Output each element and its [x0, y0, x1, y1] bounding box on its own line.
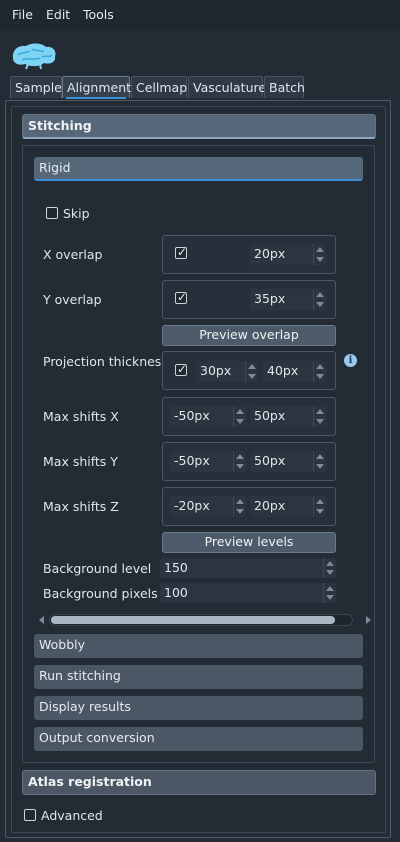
scroll-left-icon[interactable] — [39, 616, 44, 624]
preview-levels-button[interactable]: Preview levels — [162, 532, 336, 553]
max-shifts-x-label: Max shifts X — [43, 409, 119, 424]
advanced-checkbox[interactable] — [24, 809, 36, 821]
projection-thickness-checkbox[interactable] — [175, 362, 188, 376]
x-overlap-label: X overlap — [43, 247, 103, 262]
projection-thickness-label: Projection thickness — [43, 354, 168, 369]
skip-checkbox[interactable] — [46, 207, 58, 219]
atlas-registration-header[interactable]: Atlas registration — [22, 770, 376, 795]
stitching-header[interactable]: Stitching — [22, 114, 376, 139]
background-pixels-value: 100 — [164, 585, 188, 600]
max-shifts-z-spinbox-1[interactable]: -20px — [170, 496, 246, 517]
y-overlap-spinbox[interactable]: 35px — [250, 289, 326, 310]
max-shifts-z-value-1: -20px — [174, 498, 210, 513]
y-overlap-checkbox[interactable] — [175, 290, 188, 304]
background-level-label: Background level — [43, 561, 152, 576]
max-shifts-z-label: Max shifts Z — [43, 499, 119, 514]
tab-cellmap[interactable]: Cellmap — [131, 76, 187, 98]
max-shifts-z-spinbox-2[interactable]: 20px — [250, 496, 326, 517]
x-overlap-checkbox[interactable] — [175, 245, 188, 259]
tab-alignment[interactable]: Alignment — [62, 76, 131, 99]
max-shifts-z-value-2: 20px — [254, 498, 286, 513]
max-shifts-x-spinbox-2[interactable]: 50px — [250, 406, 326, 427]
max-shifts-y-value-1: -50px — [174, 453, 210, 468]
max-shifts-x-value-1: -50px — [174, 408, 210, 423]
preview-overlap-button[interactable]: Preview overlap — [162, 325, 336, 346]
projection-thickness-value-1: 30px — [200, 363, 232, 378]
y-overlap-label: Y overlap — [43, 292, 102, 307]
tab-bar: Sample Alignment Cellmap Vasculature Bat… — [0, 76, 400, 100]
spin-arrows-icon[interactable] — [323, 558, 336, 578]
scroll-right-icon[interactable] — [366, 616, 371, 624]
app-logo-icon — [10, 40, 58, 70]
spin-arrows-icon[interactable] — [313, 361, 326, 382]
max-shifts-y-spinbox-2[interactable]: 50px — [250, 451, 326, 472]
projection-thickness-spinbox-2[interactable]: 40px — [263, 361, 326, 382]
tab-batch[interactable]: Batch — [264, 76, 305, 98]
y-overlap-value: 35px — [254, 291, 286, 306]
spin-arrows-icon[interactable] — [313, 289, 326, 310]
horizontal-scrollbar[interactable] — [39, 613, 371, 627]
max-shifts-y-label: Max shifts Y — [43, 454, 118, 469]
background-level-spinbox[interactable]: 150 — [160, 558, 336, 578]
max-shifts-y-value-2: 50px — [254, 453, 286, 468]
max-shifts-x-spinbox-1[interactable]: -50px — [170, 406, 246, 427]
x-overlap-value: 20px — [254, 246, 286, 261]
menu-tools[interactable]: Tools — [83, 7, 114, 22]
tab-sample[interactable]: Sample — [10, 76, 62, 98]
x-overlap-spinbox[interactable]: 20px — [250, 244, 326, 265]
scrollbar-thumb[interactable] — [51, 616, 335, 624]
spin-arrows-icon[interactable] — [323, 583, 336, 603]
display-results-header[interactable]: Display results — [34, 696, 363, 720]
max-shifts-x-value-2: 50px — [254, 408, 286, 423]
spin-arrows-icon[interactable] — [313, 451, 326, 472]
spin-arrows-icon[interactable] — [233, 406, 246, 427]
menu-file[interactable]: File — [12, 7, 33, 22]
spin-arrows-icon[interactable] — [233, 451, 246, 472]
tab-vasculature[interactable]: Vasculature — [188, 76, 266, 98]
spin-arrows-icon[interactable] — [313, 244, 326, 265]
spin-arrows-icon[interactable] — [313, 406, 326, 427]
projection-thickness-spinbox-1[interactable]: 30px — [196, 361, 258, 382]
skip-label: Skip — [63, 206, 90, 221]
output-conversion-header[interactable]: Output conversion — [34, 727, 363, 751]
wobbly-header[interactable]: Wobbly — [34, 634, 363, 658]
spin-arrows-icon[interactable] — [233, 496, 246, 517]
run-stitching-header[interactable]: Run stitching — [34, 665, 363, 689]
menubar: File Edit Tools — [0, 0, 400, 30]
spin-arrows-icon[interactable] — [245, 361, 258, 382]
menu-edit[interactable]: Edit — [46, 7, 70, 22]
spin-arrows-icon[interactable] — [313, 496, 326, 517]
projection-thickness-value-2: 40px — [267, 363, 299, 378]
info-icon[interactable]: i — [344, 354, 357, 367]
rigid-header[interactable]: Rigid — [34, 157, 363, 181]
background-level-value: 150 — [164, 560, 188, 575]
advanced-label: Advanced — [41, 808, 103, 823]
background-pixels-spinbox[interactable]: 100 — [160, 583, 336, 603]
max-shifts-y-spinbox-1[interactable]: -50px — [170, 451, 246, 472]
background-pixels-label: Background pixels — [43, 586, 158, 601]
